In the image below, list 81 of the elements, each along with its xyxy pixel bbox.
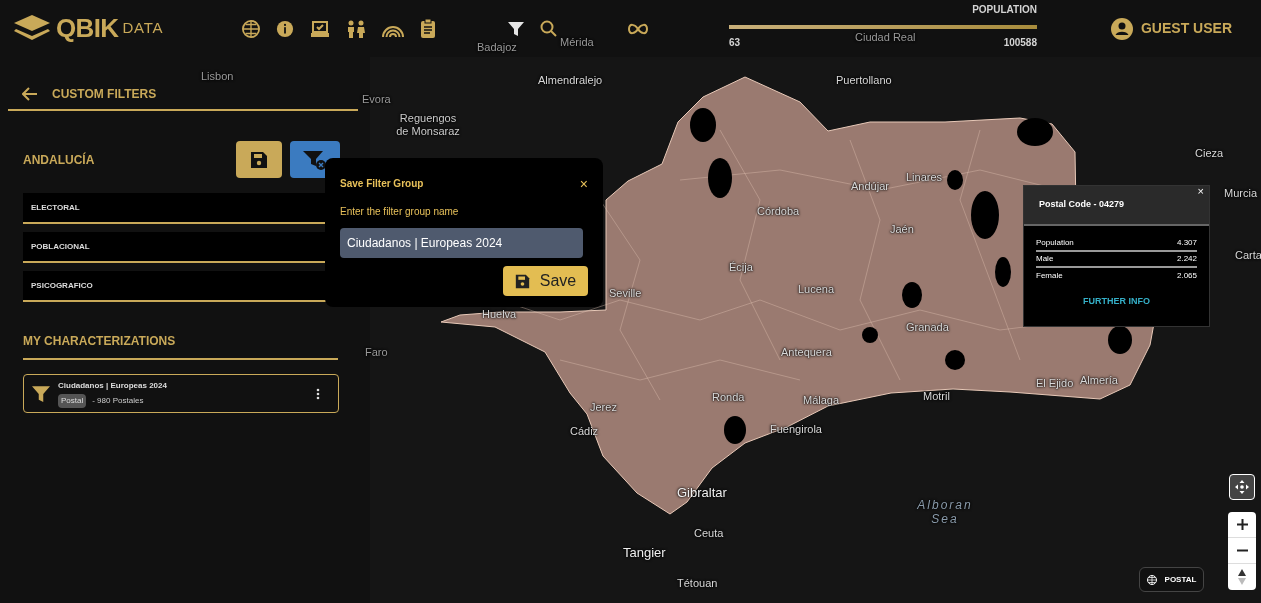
place-label: Ceuta [694, 527, 724, 540]
layer-toggle-button[interactable]: POSTAL [1139, 567, 1204, 592]
region-title: ANDALUCÍA [23, 151, 95, 169]
dialog-title: Save Filter Group [340, 177, 424, 191]
compass-icon [1238, 569, 1246, 585]
place-label: Lucena [798, 283, 835, 296]
range-min-value: 63 [729, 35, 741, 50]
logo-suffix: DATA [122, 18, 164, 39]
characterization-name: Ciudadanos | Europeas 2024 [58, 379, 167, 392]
place-label: Tangier [623, 546, 666, 561]
globe-icon [1146, 574, 1157, 585]
place-label: Málaga [803, 394, 840, 407]
filter-name-input[interactable]: Ciudadanos | Europeas 2024 [340, 228, 583, 258]
filter-icon [32, 384, 50, 403]
move-arrows-icon [1235, 480, 1249, 494]
ballot-box-icon[interactable] [310, 19, 330, 38]
minus-icon [1236, 549, 1248, 552]
population-range-fill[interactable] [729, 24, 1037, 29]
search-icon[interactable] [540, 20, 557, 37]
place-label: Ronda [712, 391, 745, 404]
plus-icon [1236, 519, 1248, 530]
sea-label: Alboran Sea [916, 499, 974, 527]
people-icon[interactable] [346, 19, 366, 38]
place-label: Reguengos de Monsaraz [395, 112, 461, 138]
place-label: Almería [1080, 374, 1118, 387]
save-filters-button[interactable] [236, 141, 282, 178]
stat-label: Female [1036, 270, 1063, 282]
infinity-icon[interactable] [627, 21, 649, 36]
place-label: Granada [906, 321, 949, 334]
place-label: Jaén [890, 223, 914, 236]
filter-icon[interactable] [508, 20, 524, 37]
place-label: El Ejido [1036, 377, 1074, 390]
place-label: Seville [609, 287, 642, 300]
logo-wordmark: QBIK [56, 12, 119, 45]
characterization-card[interactable]: Ciudadanos | Europeas 2024 Postal - 980 Postales [23, 374, 339, 413]
stat-label: Population [1036, 237, 1074, 249]
place-label: Badajoz [477, 41, 517, 54]
place-label: Evora [362, 93, 391, 106]
user-avatar-icon [1111, 17, 1133, 40]
close-button[interactable]: × [1197, 186, 1204, 197]
field-label: Enter the filter group name [340, 205, 460, 219]
postal-count: - 980 Postales [92, 394, 144, 407]
place-label: Carta [1235, 249, 1261, 262]
recenter-button[interactable] [1229, 474, 1255, 500]
place-label: Écija [729, 261, 753, 274]
filter-remove-icon [303, 149, 327, 170]
range-max-value: 100588 [1003, 35, 1037, 50]
place-label: Huelva [482, 308, 517, 321]
place-label: Tétouan [677, 577, 718, 590]
save-button[interactable]: Save [503, 266, 588, 296]
panel-title: CUSTOM FILTERS [52, 86, 157, 103]
type-tag: Postal [58, 393, 87, 408]
globe-icon[interactable] [242, 19, 260, 38]
place-label: Linares [906, 171, 943, 184]
place-label: Andújar [851, 180, 889, 193]
place-label: Ciudad Real [855, 31, 916, 44]
more-options-icon[interactable] [316, 387, 320, 400]
stat-value: 2.242 [1176, 253, 1197, 265]
place-label: Cieza [1195, 147, 1224, 160]
info-icon[interactable] [276, 19, 294, 38]
place-label: Antequera [781, 346, 832, 359]
place-label: Almendralejo [538, 74, 603, 87]
further-info-link[interactable]: FURTHER INFO [1083, 295, 1150, 309]
stat-label: Male [1036, 253, 1054, 265]
place-label: Lisbon [201, 70, 234, 83]
user-menu-button[interactable]: GUEST USER [1111, 17, 1232, 40]
popup-title: Postal Code - 04279 [1039, 198, 1125, 212]
section-title: MY CHARACTERIZATIONS [23, 334, 176, 348]
place-label: Motril [923, 390, 950, 403]
place-label: Jerez [590, 401, 617, 414]
stat-value: 4.307 [1176, 237, 1197, 249]
place-label: Faro [365, 346, 388, 359]
place-label: Córdoba [757, 205, 800, 218]
place-label: Murcia [1224, 187, 1257, 200]
place-label: Mérida [560, 36, 594, 49]
population-label: POPULATION [972, 2, 1037, 17]
back-arrow-icon[interactable] [22, 87, 38, 101]
clipboard-icon[interactable] [420, 19, 436, 38]
close-button[interactable]: × [579, 176, 588, 191]
stat-value: 2.065 [1176, 270, 1197, 282]
place-label: Puertollano [836, 74, 892, 87]
